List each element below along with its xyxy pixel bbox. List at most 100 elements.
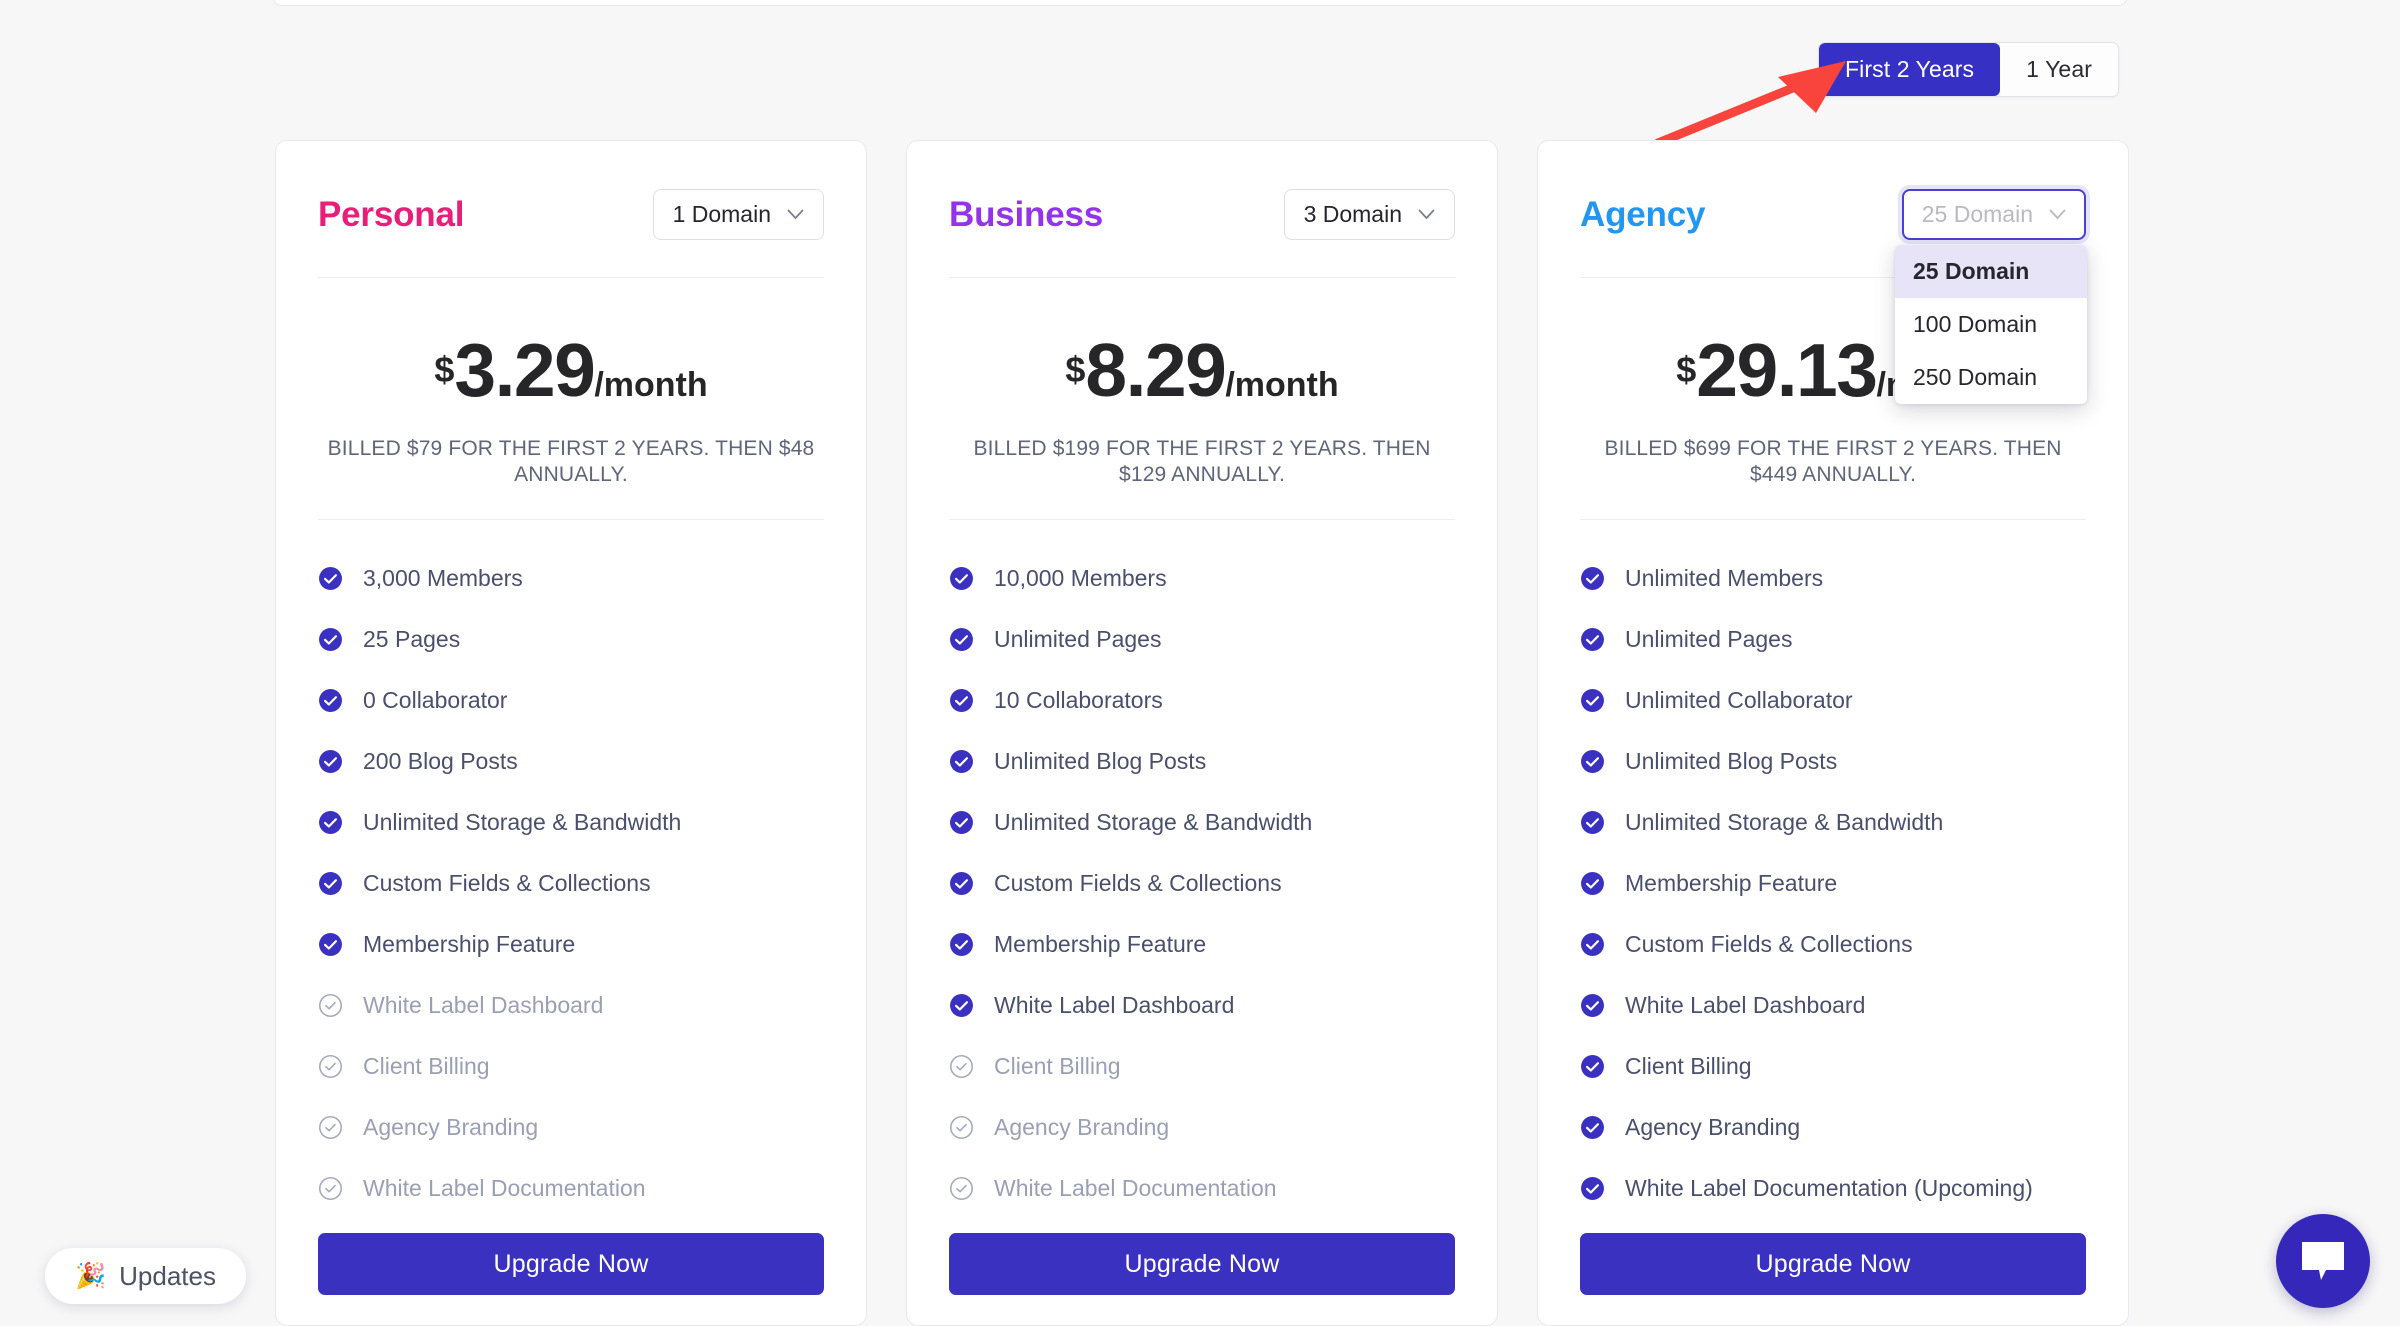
check-circle-outline-icon xyxy=(318,1115,343,1139)
card-header: Agency 25 Domain 25 Domain 100 Domain 25… xyxy=(1580,183,2087,404)
check-circle-outline-icon xyxy=(318,1176,343,1200)
price-period: /month xyxy=(1225,366,1339,404)
feature-label: Unlimited Storage & Bandwidth xyxy=(994,808,1313,835)
check-circle-outline-icon xyxy=(949,1115,974,1139)
feature-label: White Label Documentation xyxy=(363,1174,646,1201)
domain-select-value: 1 Domain xyxy=(672,200,771,227)
check-circle-filled-icon xyxy=(950,566,973,590)
check-circle-filled-icon xyxy=(1581,1176,1604,1200)
price-row: $8.29/month xyxy=(949,333,1455,408)
feature-label: White Label Documentation (Upcoming) xyxy=(1625,1174,2033,1201)
check-circle-filled-icon xyxy=(950,627,973,651)
check-circle-outline-icon xyxy=(949,1054,974,1078)
domain-select-wrapper-business: 3 Domain xyxy=(1283,188,1455,240)
check-circle-filled-icon xyxy=(950,749,973,773)
price-period: /month xyxy=(594,366,708,404)
domain-select-business[interactable]: 3 Domain xyxy=(1283,188,1455,240)
feature-item: White Label Dashboard xyxy=(1580,975,2086,1036)
check-circle-outline-icon xyxy=(949,1176,974,1200)
feature-item-disabled: Agency Branding xyxy=(949,1097,1455,1158)
feature-label: Unlimited Blog Posts xyxy=(1625,747,1838,774)
feature-label: Agency Branding xyxy=(1625,1113,1801,1140)
feature-label: Unlimited Collaborator xyxy=(1625,686,1853,713)
check-circle-filled-icon xyxy=(319,627,342,651)
feature-item: Membership Feature xyxy=(949,914,1455,975)
feature-item: Unlimited Storage & Bandwidth xyxy=(318,792,824,853)
feature-label: Client Billing xyxy=(363,1052,490,1079)
feature-item: Unlimited Blog Posts xyxy=(949,731,1455,792)
card-header: Business 3 Domain xyxy=(949,183,1455,245)
check-circle-filled-icon xyxy=(1581,1054,1604,1078)
billing-period-toggle[interactable]: First 2 Years 1 Year xyxy=(1818,42,2119,97)
feature-label: 200 Blog Posts xyxy=(363,747,518,774)
feature-label: Membership Feature xyxy=(1625,869,1838,896)
updates-label: Updates xyxy=(119,1261,216,1291)
feature-label: Custom Fields & Collections xyxy=(363,869,651,896)
top-panel-edge xyxy=(272,0,2128,6)
toggle-option-1-year[interactable]: 1 Year xyxy=(2000,43,2118,96)
feature-label: White Label Documentation xyxy=(994,1174,1277,1201)
party-popper-icon: 🎉 xyxy=(75,1261,107,1290)
feature-item: Unlimited Storage & Bandwidth xyxy=(949,792,1455,853)
feature-item: Membership Feature xyxy=(318,914,824,975)
billed-note: BILLED $699 FOR THE FIRST 2 YEARS. THEN … xyxy=(1604,437,2062,487)
feature-item: White Label Documentation (Upcoming) xyxy=(1580,1158,2086,1219)
domain-select-value: 25 Domain xyxy=(1921,200,2033,227)
feature-item: Client Billing xyxy=(1580,1036,2086,1097)
check-circle-filled-icon xyxy=(1581,566,1604,590)
feature-item: Unlimited Collaborator xyxy=(1580,670,2086,731)
check-circle-filled-icon xyxy=(1581,932,1604,956)
domain-select-value: 3 Domain xyxy=(1303,200,1402,227)
feature-label: 10,000 Members xyxy=(994,564,1167,591)
domain-select-personal[interactable]: 1 Domain xyxy=(652,188,824,240)
card-divider-top xyxy=(949,277,1455,278)
check-circle-filled-icon xyxy=(319,566,342,590)
toggle-option-first-2-years[interactable]: First 2 Years xyxy=(1819,43,2001,96)
feature-item: Unlimited Pages xyxy=(949,609,1455,670)
feature-item-disabled: Agency Branding xyxy=(318,1097,824,1158)
check-circle-filled-icon xyxy=(950,932,973,956)
plan-title-business: Business xyxy=(949,194,1104,234)
feature-label: Membership Feature xyxy=(363,930,576,957)
check-circle-filled-icon xyxy=(950,810,973,834)
domain-option-100[interactable]: 100 Domain xyxy=(1895,298,2087,351)
feature-item: Custom Fields & Collections xyxy=(318,853,824,914)
feature-label: White Label Dashboard xyxy=(994,991,1235,1018)
domain-option-25[interactable]: 25 Domain xyxy=(1895,244,2087,298)
check-circle-filled-icon xyxy=(1581,627,1604,651)
price-currency: $ xyxy=(1065,349,1086,390)
feature-label: Unlimited Storage & Bandwidth xyxy=(363,808,682,835)
feature-label: Unlimited Pages xyxy=(1625,625,1793,652)
upgrade-now-button-business[interactable]: Upgrade Now xyxy=(949,1233,1455,1295)
pricing-cards-row: Personal 1 Domain $3.29/month BILLED $79… xyxy=(275,140,2130,1326)
billed-note: BILLED $199 FOR THE FIRST 2 YEARS. THEN … xyxy=(973,437,1431,487)
check-circle-filled-icon xyxy=(1581,810,1604,834)
domain-option-250[interactable]: 250 Domain xyxy=(1895,351,2087,404)
feature-item: Custom Fields & Collections xyxy=(949,853,1455,914)
chat-support-button[interactable] xyxy=(2276,1214,2370,1308)
feature-label: Unlimited Storage & Bandwidth xyxy=(1625,808,1944,835)
check-circle-filled-icon xyxy=(950,993,973,1017)
card-divider-top xyxy=(318,277,824,278)
check-circle-outline-icon xyxy=(318,1054,343,1078)
domain-select-dropdown-menu[interactable]: 25 Domain 100 Domain 250 Domain xyxy=(1895,244,2087,404)
upgrade-now-button-personal[interactable]: Upgrade Now xyxy=(318,1233,824,1295)
feature-item: Unlimited Pages xyxy=(1580,609,2086,670)
domain-select-agency[interactable]: 25 Domain xyxy=(1901,188,2086,240)
upgrade-now-button-agency[interactable]: Upgrade Now xyxy=(1580,1233,2086,1295)
chat-bubble-icon xyxy=(2302,1242,2344,1280)
card-header: Personal 1 Domain xyxy=(318,183,824,245)
feature-label: Unlimited Members xyxy=(1625,564,1824,591)
card-divider-mid xyxy=(949,518,1455,520)
feature-label: Custom Fields & Collections xyxy=(994,869,1282,896)
plan-title-personal: Personal xyxy=(318,194,465,234)
domain-select-wrapper-agency: 25 Domain 25 Domain 100 Domain 250 Domai… xyxy=(1895,188,2087,404)
check-circle-filled-icon xyxy=(319,688,342,712)
feature-label: Client Billing xyxy=(1625,1052,1752,1079)
feature-label: Custom Fields & Collections xyxy=(1625,930,1913,957)
chevron-down-icon xyxy=(1418,209,1435,219)
feature-label: Membership Feature xyxy=(994,930,1207,957)
updates-widget-button[interactable]: 🎉 Updates xyxy=(45,1248,246,1304)
feature-item: 25 Pages xyxy=(318,609,824,670)
feature-item: Custom Fields & Collections xyxy=(1580,914,2086,975)
